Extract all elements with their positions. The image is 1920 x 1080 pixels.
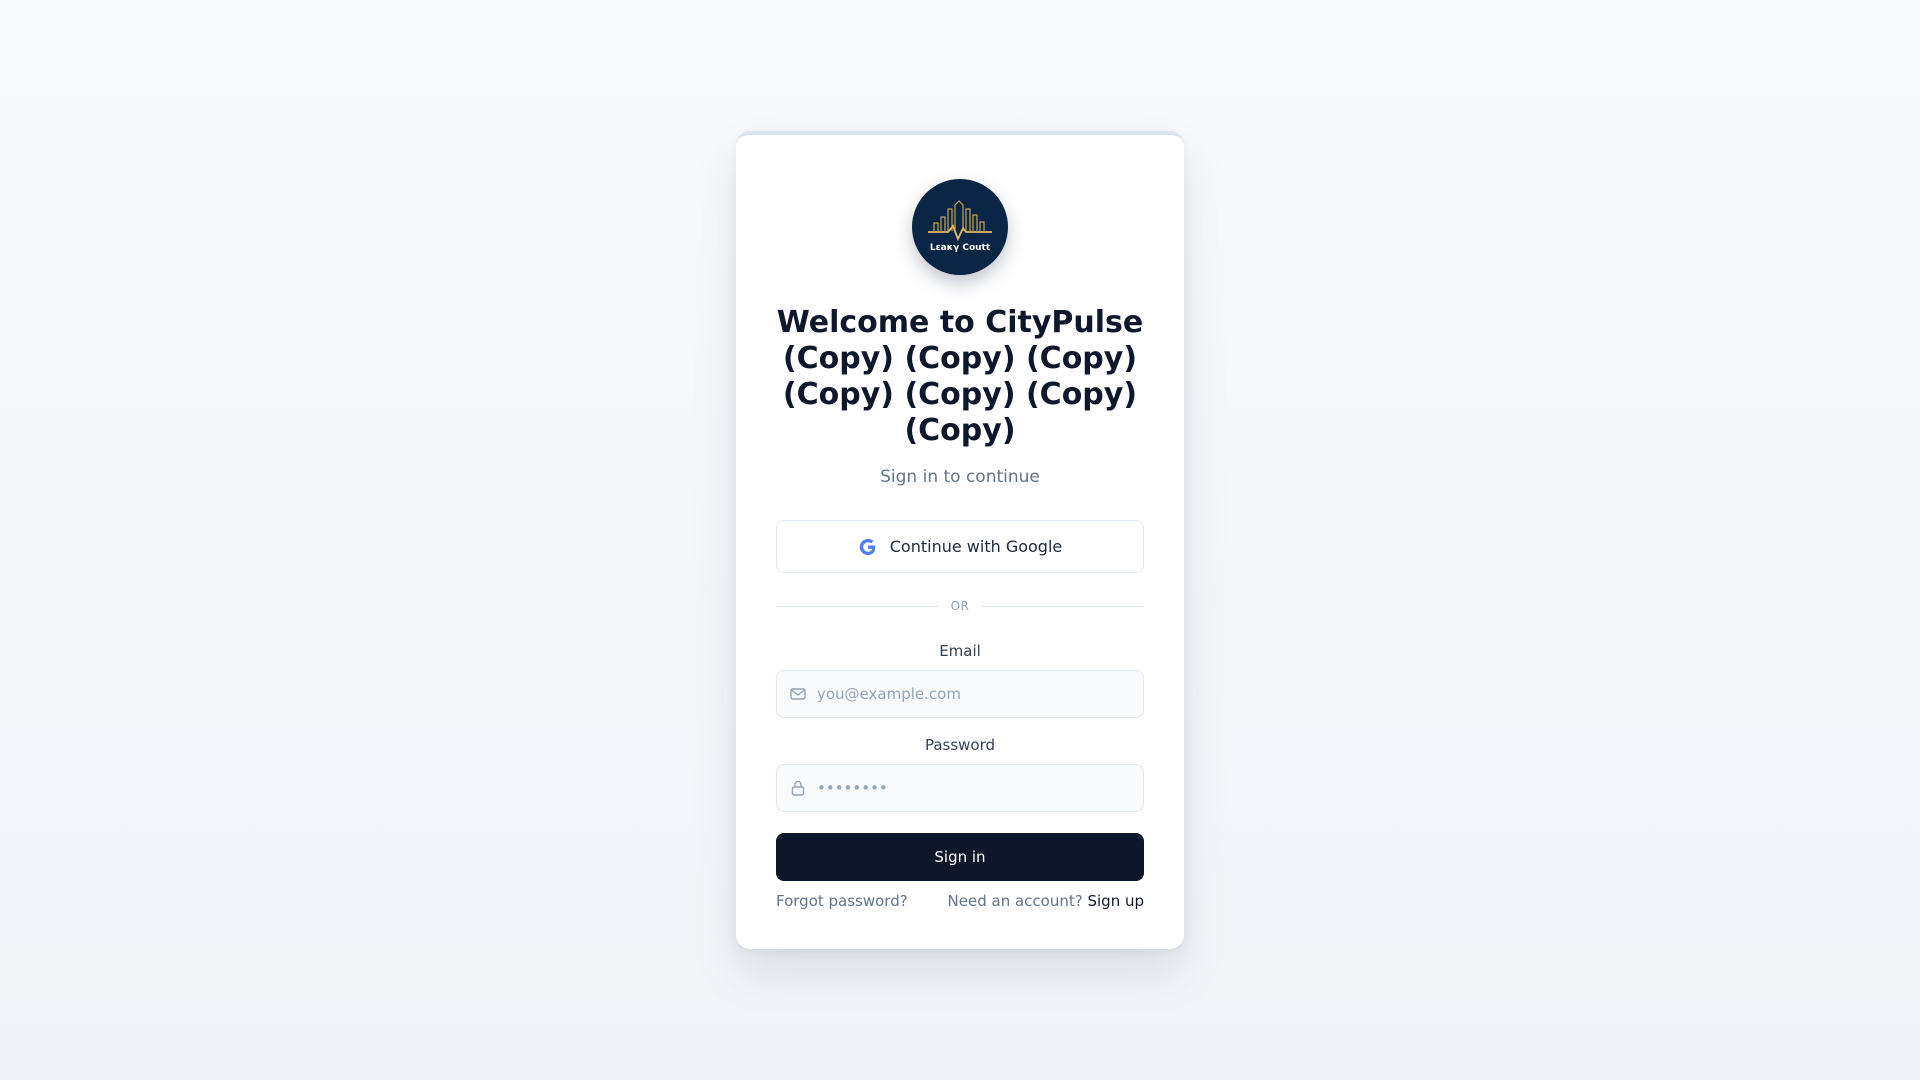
login-footer: Forgot password? Need an account? Sign u… — [776, 890, 1144, 912]
page-title: Welcome to CityPulse (Copy) (Copy) (Copy… — [776, 305, 1144, 448]
or-divider: OR — [776, 598, 1145, 614]
need-account-text: Need an account? — [947, 892, 1083, 910]
brand-logo: Lεaκγ Coutt — [912, 179, 1008, 275]
password-input[interactable] — [817, 765, 1133, 811]
google-signin-label: Continue with Google — [889, 537, 1063, 556]
email-label: Email — [939, 642, 981, 660]
password-field-wrapper — [776, 764, 1144, 812]
forgot-password-link[interactable]: Forgot password? — [776, 892, 908, 910]
google-g-icon — [859, 538, 875, 555]
login-card: Lεaκγ Coutt Welcome to CityPulse (Copy) … — [736, 131, 1184, 949]
mail-icon — [790, 688, 806, 700]
divider-line-left — [776, 605, 939, 607]
lock-icon — [791, 780, 805, 796]
login-card-body: Lεaκγ Coutt Welcome to CityPulse (Copy) … — [776, 135, 1145, 949]
email-input[interactable] — [817, 671, 1133, 717]
city-skyline-icon — [928, 200, 992, 242]
divider-text: OR — [950, 599, 970, 613]
sign-in-button[interactable]: Sign in — [776, 833, 1144, 881]
logo-text: Lεaκγ Coutt — [929, 243, 991, 253]
google-signin-button[interactable]: Continue with Google — [776, 520, 1144, 573]
password-label: Password — [924, 736, 996, 754]
signup-prompt: Need an account? Sign up — [948, 892, 1144, 910]
page-subtitle: Sign in to continue — [880, 467, 1040, 487]
sign-up-link[interactable]: Sign up — [1087, 892, 1144, 910]
email-field-wrapper — [776, 670, 1144, 718]
divider-line-right — [981, 605, 1145, 607]
